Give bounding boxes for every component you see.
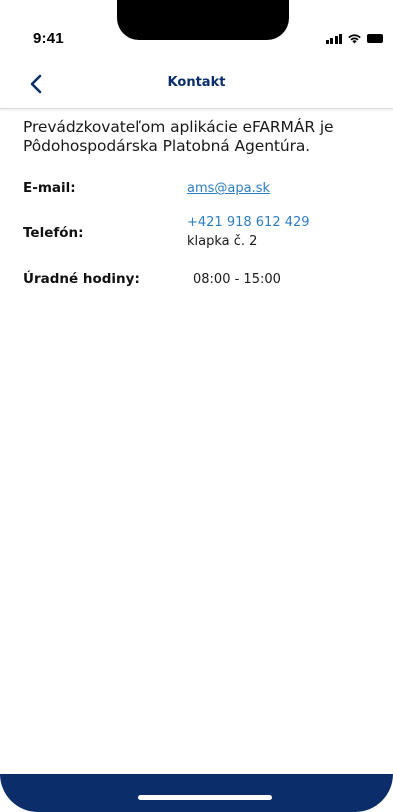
signal-icon (325, 33, 342, 44)
bottom-bar (0, 774, 393, 812)
hours-label: Úradné hodiny: (23, 271, 140, 287)
hours-value: 08:00 - 15:00 (193, 272, 281, 287)
status-bar: 9:41 (0, 0, 393, 60)
email-row: E-mail: ams@apa.sk (23, 180, 373, 200)
wifi-icon (347, 33, 362, 44)
phone-label: Telefón: (23, 225, 84, 241)
email-label: E-mail: (23, 180, 76, 196)
phone-row: Telefón: +421 918 612 429 klapka č. 2 (23, 214, 373, 254)
home-indicator[interactable] (138, 795, 272, 800)
phone-link[interactable]: +421 918 612 429 (187, 214, 310, 232)
phone-extension: klapka č. 2 (187, 234, 258, 249)
status-time: 9:41 (33, 30, 64, 47)
contact-content: Prevádzkovateľom aplikácie eFARMÁR je Pô… (23, 118, 373, 287)
page-title: Kontakt (167, 75, 226, 90)
hours-row: Úradné hodiny: 08:00 - 15:00 (23, 271, 373, 291)
battery-icon (367, 33, 383, 43)
intro-text: Prevádzkovateľom aplikácie eFARMÁR je Pô… (23, 118, 334, 155)
status-icons (325, 31, 383, 45)
email-link[interactable]: ams@apa.sk (187, 180, 270, 198)
navigation-bar: Kontakt (0, 60, 393, 109)
notch (117, 0, 289, 40)
